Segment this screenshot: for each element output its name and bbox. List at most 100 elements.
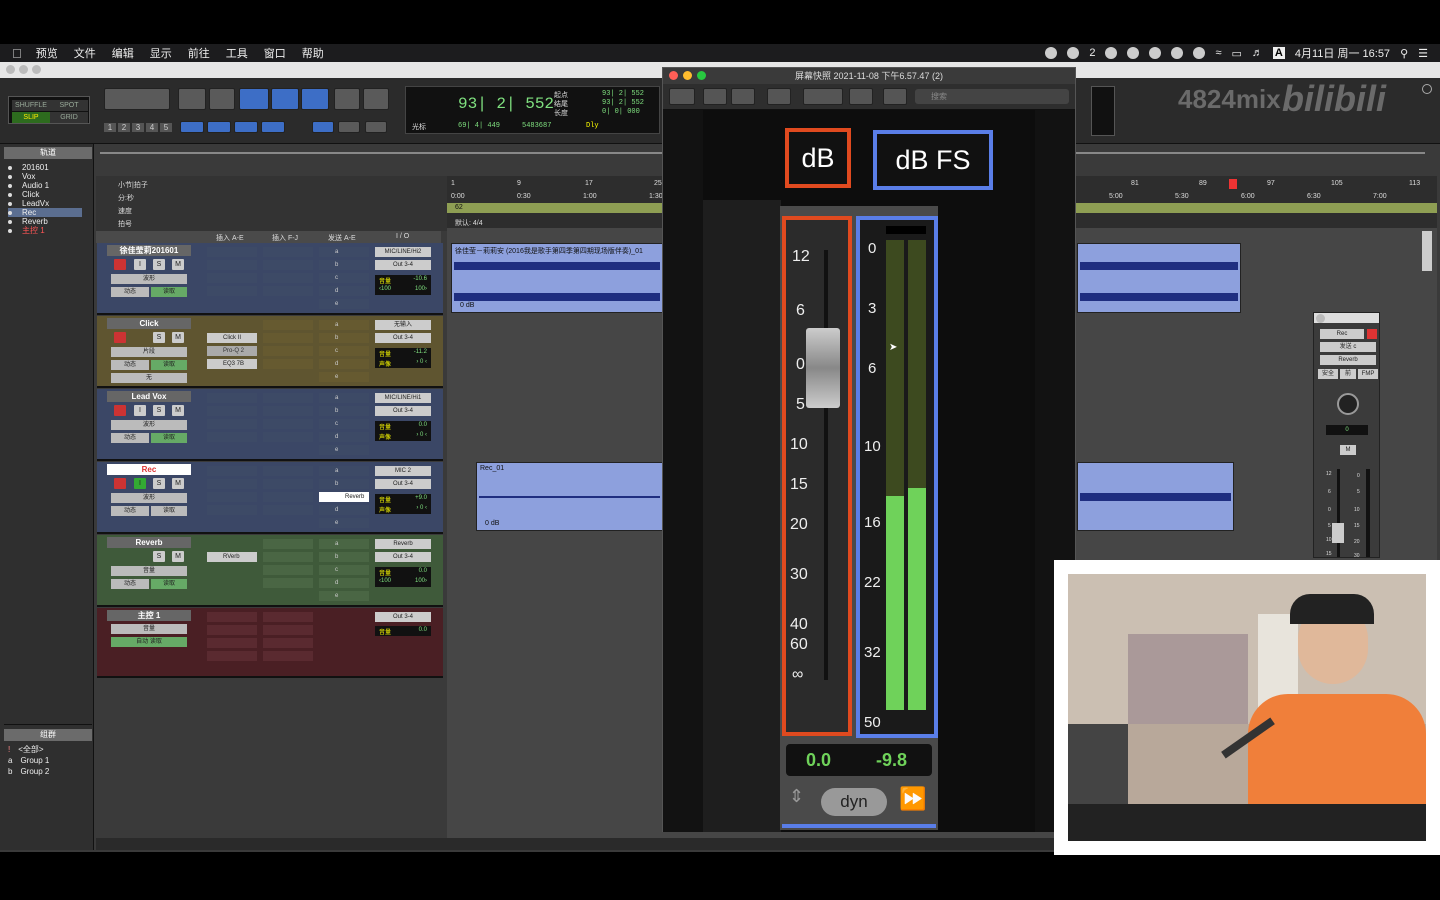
automation-mode[interactable]: 动态 bbox=[111, 506, 149, 516]
automation-mode[interactable]: 自动 读取 bbox=[111, 637, 187, 647]
insert-slot[interactable] bbox=[263, 286, 313, 296]
send-bus-select[interactable]: Reverb bbox=[1320, 355, 1376, 365]
meter-ruler-label[interactable]: 拍号 bbox=[118, 219, 132, 229]
send-slot[interactable]: c bbox=[319, 273, 369, 283]
safe-button[interactable]: 安全 bbox=[1318, 369, 1338, 379]
automation-mode[interactable]: 动态 bbox=[111, 287, 149, 297]
group-item[interactable]: b Group 2 bbox=[8, 767, 49, 776]
record-button[interactable] bbox=[114, 478, 126, 489]
insert-slot[interactable] bbox=[263, 406, 313, 416]
keyboard-icon[interactable] bbox=[1105, 47, 1118, 59]
send-slot[interactable]: e bbox=[319, 445, 369, 455]
send-slot[interactable]: b bbox=[319, 260, 369, 270]
insert-slot[interactable] bbox=[263, 320, 313, 330]
delay-comp-label[interactable]: Dly bbox=[586, 122, 599, 130]
menu-edit[interactable]: 编辑 bbox=[112, 45, 134, 61]
record-button[interactable] bbox=[114, 405, 126, 416]
insert-slot[interactable] bbox=[263, 638, 313, 648]
track-name[interactable]: 主控 1 bbox=[107, 610, 191, 621]
track-list-item[interactable]: Reverb bbox=[8, 217, 48, 226]
track-list-item[interactable]: Vox bbox=[8, 172, 35, 181]
insertion-follows-icon[interactable] bbox=[365, 121, 387, 133]
send-slot[interactable]: a bbox=[319, 539, 369, 549]
clock[interactable]: 4月11日 周一 16:57 bbox=[1295, 45, 1390, 61]
read-mode[interactable]: 读取 bbox=[151, 360, 187, 370]
link-timeline-icon[interactable] bbox=[234, 121, 258, 133]
read-mode[interactable]: 读取 bbox=[151, 433, 187, 443]
fmp-button[interactable]: FMP bbox=[1358, 369, 1378, 379]
tracks-header[interactable]: 轨道 bbox=[4, 147, 92, 159]
insert-eq3[interactable]: EQ3 7B bbox=[207, 359, 257, 369]
mute-button[interactable]: M bbox=[172, 478, 184, 489]
read-mode[interactable]: 读取 bbox=[151, 579, 187, 589]
track-name[interactable]: Rec bbox=[107, 464, 191, 475]
input-source-icon[interactable]: A bbox=[1272, 47, 1285, 59]
selector-tool-icon[interactable] bbox=[271, 88, 299, 110]
automation-mode[interactable]: 动态 bbox=[111, 433, 149, 443]
output-select[interactable]: Out 3-4 bbox=[375, 406, 431, 416]
automation-follows-icon[interactable] bbox=[338, 121, 360, 133]
send-slot[interactable]: e bbox=[319, 299, 369, 309]
insert-slot[interactable] bbox=[207, 273, 257, 283]
insert-slot[interactable] bbox=[263, 432, 313, 442]
insert-slot[interactable] bbox=[263, 260, 313, 270]
vertical-scrollbar[interactable] bbox=[1422, 231, 1432, 271]
send-fader[interactable] bbox=[1332, 523, 1344, 543]
zoom-controls[interactable] bbox=[104, 88, 170, 110]
send-slot[interactable]: e bbox=[319, 591, 369, 601]
rec-clip[interactable]: Rec_01 0 dB bbox=[476, 462, 663, 531]
insert-slot[interactable] bbox=[207, 406, 257, 416]
markup-icon[interactable] bbox=[803, 88, 843, 105]
track-list-item[interactable]: Click bbox=[8, 190, 39, 199]
record-button[interactable] bbox=[114, 332, 126, 343]
insert-slot[interactable] bbox=[263, 466, 313, 476]
trim-tool-icon[interactable] bbox=[239, 88, 269, 110]
track-list-item[interactable]: 201601 bbox=[8, 163, 49, 172]
main-counter-value[interactable]: 93| 2| 552 bbox=[458, 95, 554, 113]
apple-icon[interactable]:  bbox=[12, 46, 22, 61]
track-view-select[interactable]: 音量 bbox=[111, 566, 187, 576]
output-select[interactable]: Out 3-4 bbox=[375, 612, 431, 622]
preview-search-input[interactable]: 搜索 bbox=[915, 89, 1069, 104]
rec-clip[interactable] bbox=[1077, 462, 1234, 531]
insert-slot[interactable] bbox=[263, 346, 313, 356]
insert-slot[interactable] bbox=[207, 432, 257, 442]
insert-slot[interactable] bbox=[207, 393, 257, 403]
wifi-icon[interactable]: ≈ bbox=[1215, 47, 1221, 59]
toolbar-menu-icon[interactable] bbox=[1422, 84, 1432, 94]
volume-pan-display[interactable]: 音量 -11.2 声像 › 0 ‹ bbox=[375, 348, 431, 368]
insert-slot[interactable] bbox=[207, 625, 257, 635]
zoomer-tool-icon[interactable] bbox=[209, 88, 235, 110]
solo-button[interactable]: S bbox=[153, 551, 165, 562]
insert-slot[interactable] bbox=[207, 260, 257, 270]
annotate-icon[interactable] bbox=[883, 88, 907, 105]
insert-slot[interactable] bbox=[263, 273, 313, 283]
zoom-out-icon[interactable] bbox=[703, 88, 727, 105]
record-button[interactable] bbox=[114, 259, 126, 270]
minimize-icon[interactable] bbox=[19, 65, 28, 74]
insert-slot[interactable] bbox=[263, 419, 313, 429]
send-slot[interactable]: c bbox=[319, 346, 369, 356]
sync-icon[interactable] bbox=[1127, 47, 1140, 59]
zoom-preset-5[interactable]: 5 bbox=[160, 123, 172, 132]
insert-slot[interactable] bbox=[207, 492, 257, 502]
send-slot[interactable]: b bbox=[319, 333, 369, 343]
mute-button[interactable]: M bbox=[172, 551, 184, 562]
menu-window[interactable]: 窗口 bbox=[264, 45, 286, 61]
insert-slot[interactable] bbox=[263, 359, 313, 369]
send-slot[interactable]: e bbox=[319, 518, 369, 528]
send-slot[interactable]: e bbox=[319, 372, 369, 382]
bars-ruler-label[interactable]: 小节|拍子 bbox=[118, 180, 148, 190]
pencil-tool-icon[interactable] bbox=[363, 88, 389, 110]
insert-slot[interactable] bbox=[263, 393, 313, 403]
search-icon[interactable]: ⚲ bbox=[1400, 47, 1408, 60]
send-slot[interactable]: d bbox=[319, 432, 369, 442]
minsec-ruler-label[interactable]: 分:秒 bbox=[118, 193, 134, 203]
track-list-item[interactable]: Rec bbox=[8, 208, 82, 217]
output-select[interactable]: Out 3-4 bbox=[375, 479, 431, 489]
shuffle-mode[interactable]: SHUFFLE bbox=[12, 100, 50, 111]
automation-mode[interactable]: 动态 bbox=[111, 579, 149, 589]
solo-button[interactable]: S bbox=[153, 405, 165, 416]
minimize-icon[interactable] bbox=[683, 71, 692, 80]
pre-button[interactable]: 前 bbox=[1340, 369, 1356, 379]
